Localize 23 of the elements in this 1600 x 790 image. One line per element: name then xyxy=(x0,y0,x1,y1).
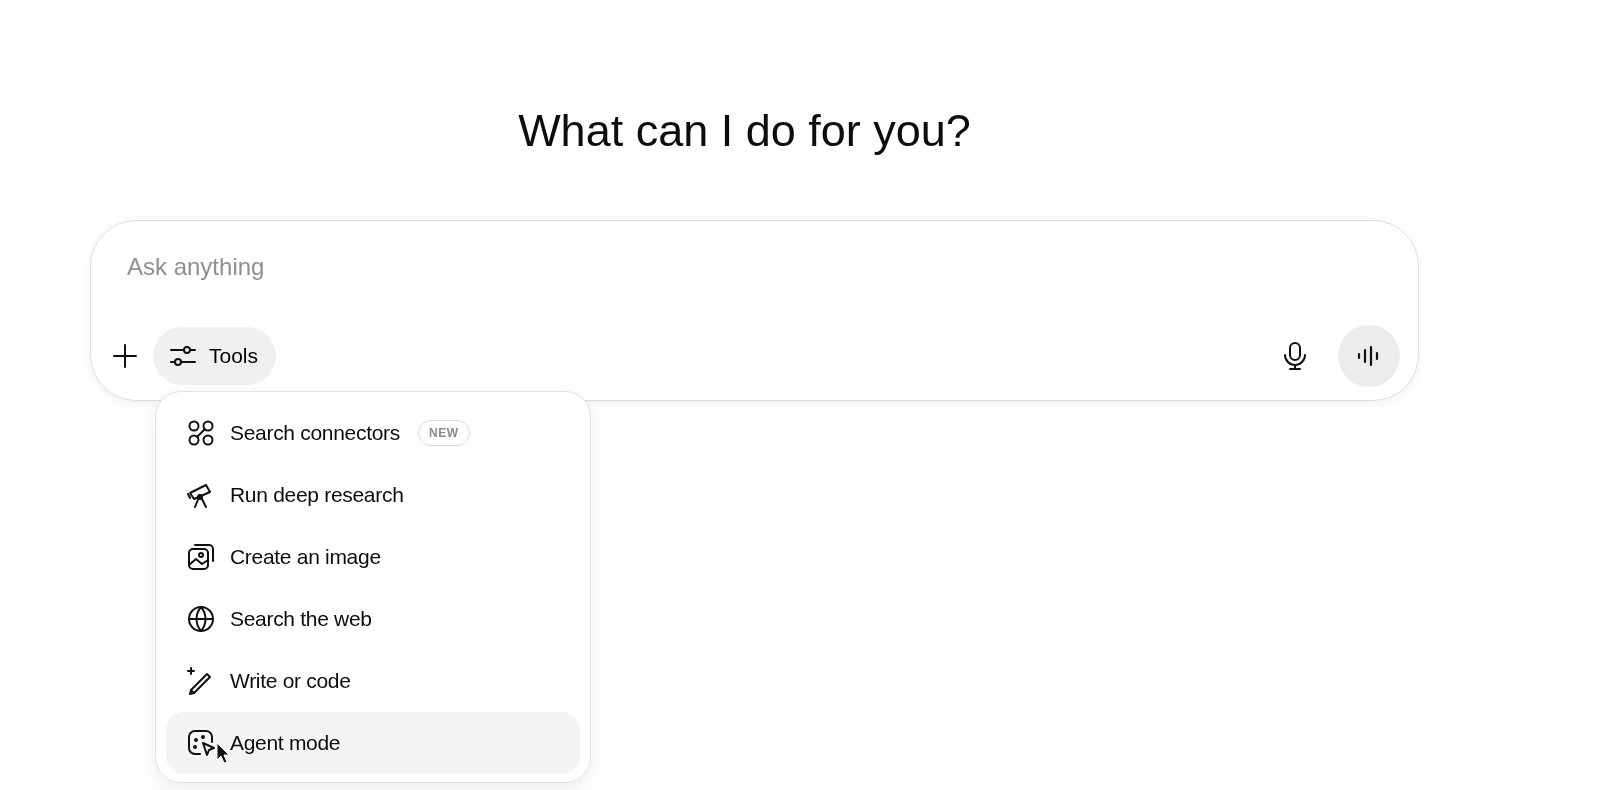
menu-item[interactable]: Write or code xyxy=(166,650,580,712)
menu-item-label: Agent mode xyxy=(230,730,341,757)
sliders-icon xyxy=(169,343,197,369)
connectors-icon xyxy=(186,418,216,448)
mouse-pointer-icon xyxy=(216,742,230,764)
microphone-icon xyxy=(1282,341,1308,371)
prompt-input-field[interactable]: Ask anything xyxy=(127,249,727,285)
menu-item[interactable]: Search the web xyxy=(166,588,580,650)
menu-item[interactable]: Create an image xyxy=(166,526,580,588)
menu-item[interactable]: Agent mode xyxy=(166,712,580,774)
menu-item[interactable]: Run deep research xyxy=(166,464,580,526)
menu-item-label: Create an image xyxy=(230,544,381,571)
menu-item-label: Write or code xyxy=(230,668,351,695)
menu-item-label: Search connectors xyxy=(230,420,400,447)
menu-item-label: Search the web xyxy=(230,606,372,633)
tools-button[interactable]: Tools xyxy=(153,327,277,385)
menu-item-label: Run deep research xyxy=(230,482,404,509)
globe-icon xyxy=(186,604,216,634)
image-icon xyxy=(186,542,216,572)
plus-icon xyxy=(111,342,139,370)
agent-icon xyxy=(186,728,216,758)
page-heading: What can I do for you? xyxy=(517,104,972,158)
menu-item[interactable]: Search connectors NEW xyxy=(166,402,580,464)
